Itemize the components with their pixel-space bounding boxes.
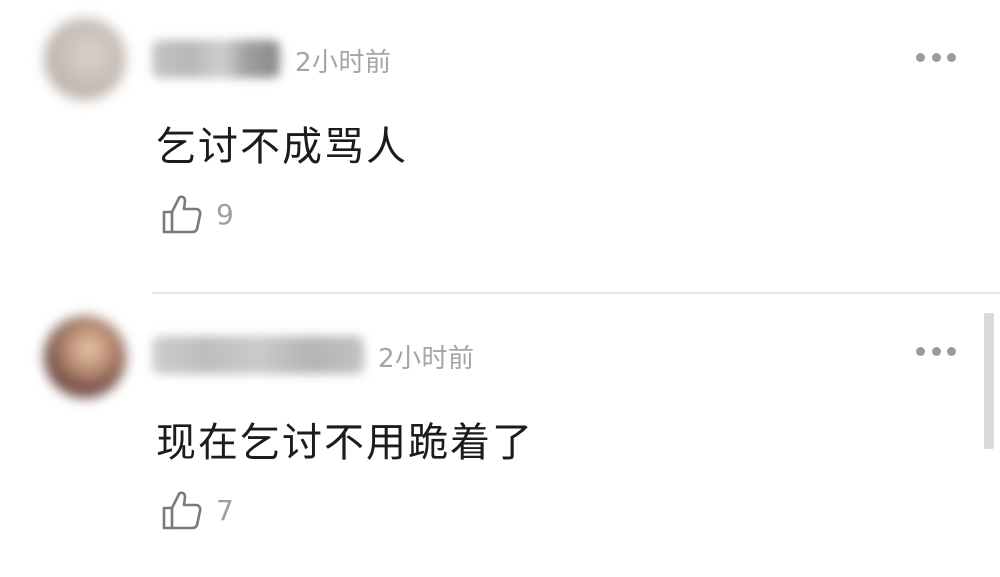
more-options-button[interactable]	[916, 346, 956, 356]
comment-timestamp: 2小时前	[295, 48, 392, 78]
more-dot-icon	[947, 346, 956, 356]
avatar[interactable]	[44, 316, 126, 398]
more-dot-icon	[931, 52, 941, 62]
more-options-button[interactable]	[916, 52, 956, 62]
avatar[interactable]	[44, 18, 126, 100]
comment-text: 现在乞讨不用跪着了	[156, 420, 534, 466]
comment-item: 2小时前 现在乞讨不用跪着了 7	[0, 292, 1000, 577]
more-dot-icon	[916, 52, 925, 62]
thumbs-up-icon	[162, 195, 202, 234]
scrollbar[interactable]	[984, 313, 994, 449]
comment-item: 2小时前 乞讨不成骂人 9	[0, 0, 1000, 292]
like-button[interactable]: 9	[160, 192, 234, 236]
more-dot-icon	[947, 52, 956, 62]
like-button[interactable]: 7	[160, 488, 234, 532]
username-blurred[interactable]	[152, 336, 364, 374]
thumbs-up-icon	[162, 491, 202, 530]
like-count: 7	[216, 493, 234, 527]
more-dot-icon	[931, 346, 941, 356]
comment-timestamp: 2小时前	[378, 344, 475, 374]
more-dot-icon	[916, 346, 925, 356]
username-blurred[interactable]	[152, 40, 280, 78]
like-count: 9	[216, 197, 234, 231]
comment-text: 乞讨不成骂人	[156, 124, 408, 170]
comment-list: 2小时前 乞讨不成骂人 9 2小时前 现在乞讨不用跪着了 7	[0, 0, 1000, 577]
